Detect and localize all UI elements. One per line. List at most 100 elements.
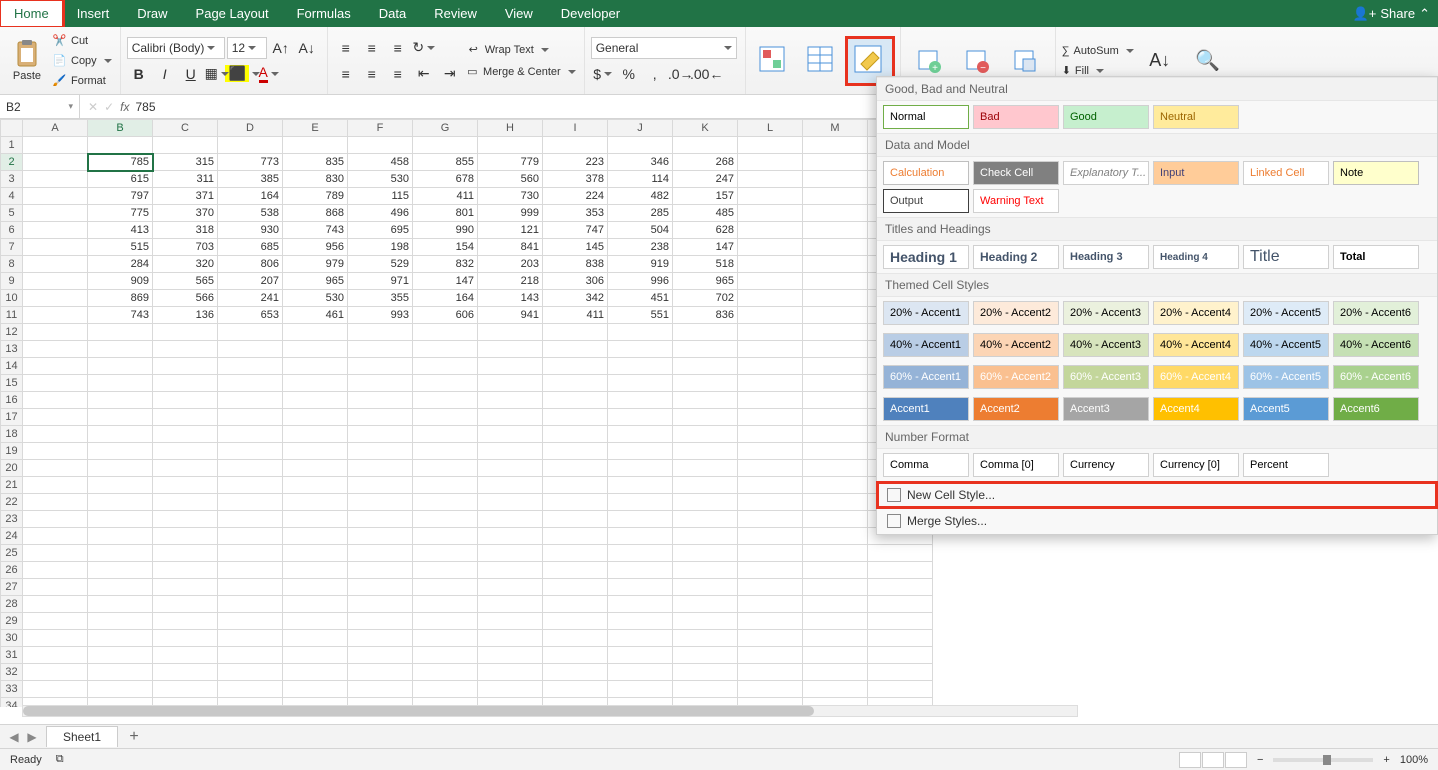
cell[interactable] — [478, 443, 543, 460]
cell[interactable] — [153, 375, 218, 392]
select-all-corner[interactable] — [1, 120, 23, 137]
cell[interactable] — [543, 681, 608, 698]
cut-button[interactable]: ✂️Cut — [52, 32, 112, 50]
cell[interactable] — [23, 239, 88, 256]
cell[interactable] — [348, 443, 413, 460]
cell[interactable] — [803, 341, 868, 358]
cell[interactable] — [673, 528, 738, 545]
cell[interactable] — [23, 358, 88, 375]
style-swatch-bad[interactable]: Bad — [973, 105, 1059, 129]
cell[interactable] — [738, 630, 803, 647]
cell[interactable] — [283, 630, 348, 647]
cell[interactable] — [23, 205, 88, 222]
row-header-6[interactable]: 6 — [1, 222, 23, 239]
fx-icon[interactable]: fx — [120, 100, 129, 114]
cell[interactable] — [23, 579, 88, 596]
cell[interactable] — [413, 409, 478, 426]
cell[interactable]: 832 — [413, 256, 478, 273]
cell[interactable] — [413, 511, 478, 528]
cell[interactable] — [88, 630, 153, 647]
cell[interactable] — [413, 664, 478, 681]
cell[interactable] — [283, 664, 348, 681]
cell[interactable]: 145 — [543, 239, 608, 256]
cell[interactable] — [738, 613, 803, 630]
cell[interactable] — [673, 409, 738, 426]
cell[interactable] — [738, 307, 803, 324]
cell[interactable] — [478, 494, 543, 511]
cell[interactable] — [348, 545, 413, 562]
row-header-29[interactable]: 29 — [1, 613, 23, 630]
cell[interactable] — [348, 511, 413, 528]
row-header-15[interactable]: 15 — [1, 375, 23, 392]
cell[interactable] — [803, 647, 868, 664]
cell[interactable] — [283, 545, 348, 562]
cell[interactable] — [738, 341, 803, 358]
cell[interactable] — [283, 511, 348, 528]
cell[interactable] — [738, 205, 803, 222]
cell[interactable] — [608, 426, 673, 443]
cell[interactable] — [543, 630, 608, 647]
cell[interactable] — [283, 562, 348, 579]
cell[interactable] — [738, 273, 803, 290]
cell[interactable]: 311 — [153, 171, 218, 188]
cell[interactable] — [673, 511, 738, 528]
cell[interactable]: 566 — [153, 290, 218, 307]
style-swatch-comma-0-[interactable]: Comma [0] — [973, 453, 1059, 477]
style-swatch-currency-0-[interactable]: Currency [0] — [1153, 453, 1239, 477]
style-swatch-20-accent3[interactable]: 20% - Accent3 — [1063, 301, 1149, 325]
cell[interactable] — [868, 630, 933, 647]
style-swatch-comma[interactable]: Comma — [883, 453, 969, 477]
cell[interactable] — [88, 375, 153, 392]
cell[interactable] — [348, 426, 413, 443]
cell[interactable] — [23, 596, 88, 613]
style-swatch-20-accent2[interactable]: 20% - Accent2 — [973, 301, 1059, 325]
cell[interactable]: 164 — [413, 290, 478, 307]
cell[interactable]: 841 — [478, 239, 543, 256]
cell[interactable] — [348, 477, 413, 494]
scrollbar-thumb[interactable] — [23, 706, 814, 716]
cell[interactable] — [803, 511, 868, 528]
cell[interactable] — [153, 477, 218, 494]
cell[interactable]: 560 — [478, 171, 543, 188]
cell[interactable] — [348, 613, 413, 630]
cell[interactable]: 284 — [88, 256, 153, 273]
cell[interactable] — [23, 375, 88, 392]
cell[interactable]: 789 — [283, 188, 348, 205]
cell[interactable] — [608, 596, 673, 613]
cell[interactable] — [153, 443, 218, 460]
cell[interactable]: 143 — [478, 290, 543, 307]
cell[interactable]: 806 — [218, 256, 283, 273]
cell[interactable] — [543, 375, 608, 392]
cell[interactable] — [23, 477, 88, 494]
cell[interactable] — [413, 579, 478, 596]
cell[interactable]: 485 — [673, 205, 738, 222]
cell[interactable] — [153, 596, 218, 613]
cell[interactable] — [738, 171, 803, 188]
decrease-font-button[interactable]: A↓ — [295, 37, 319, 59]
cell[interactable]: 930 — [218, 222, 283, 239]
cell[interactable]: 747 — [543, 222, 608, 239]
cell[interactable] — [543, 647, 608, 664]
cell[interactable]: 775 — [88, 205, 153, 222]
cell[interactable] — [673, 341, 738, 358]
cell[interactable]: 990 — [413, 222, 478, 239]
cell[interactable] — [738, 409, 803, 426]
row-header-28[interactable]: 28 — [1, 596, 23, 613]
col-header-D[interactable]: D — [218, 120, 283, 137]
cell[interactable] — [23, 494, 88, 511]
cell[interactable] — [88, 681, 153, 698]
cell[interactable] — [153, 460, 218, 477]
cell[interactable] — [153, 528, 218, 545]
cell[interactable] — [23, 171, 88, 188]
style-swatch-40-accent6[interactable]: 40% - Accent6 — [1333, 333, 1419, 357]
cell[interactable] — [803, 154, 868, 171]
cell[interactable] — [738, 222, 803, 239]
col-header-A[interactable]: A — [23, 120, 88, 137]
col-header-L[interactable]: L — [738, 120, 803, 137]
cell[interactable] — [88, 324, 153, 341]
cell[interactable] — [88, 494, 153, 511]
style-swatch-note[interactable]: Note — [1333, 161, 1419, 185]
style-swatch-heading-1[interactable]: Heading 1 — [883, 245, 969, 269]
cell[interactable] — [218, 392, 283, 409]
cell[interactable] — [738, 137, 803, 154]
